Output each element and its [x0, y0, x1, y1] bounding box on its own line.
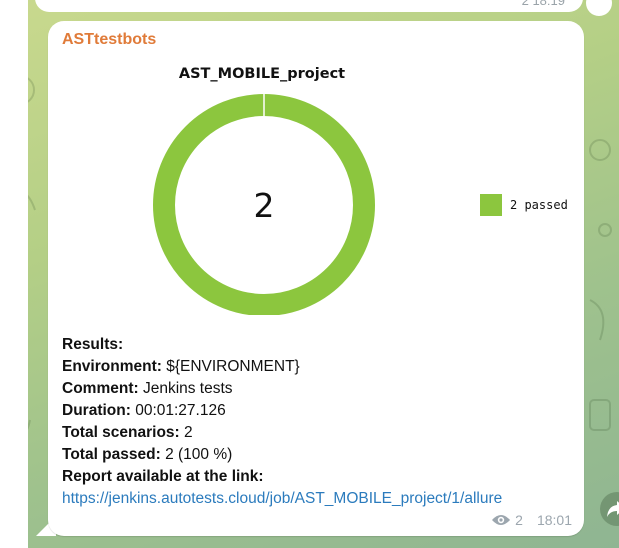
previous-message-meta: 2 18:19	[522, 0, 565, 8]
duration-line: Duration: 00:01:27.126	[62, 402, 226, 419]
total-passed-line: Total passed: 2 (100 %)	[62, 446, 233, 463]
chart-title: AST_MOBILE_project	[179, 66, 345, 82]
legend-swatch-0	[480, 194, 502, 216]
chart-legend: 2 passed	[480, 194, 568, 216]
legend-label-0: 2 passed	[510, 198, 568, 212]
previous-views-count: 2	[521, 0, 529, 8]
left-panel-edge	[0, 0, 28, 548]
previous-message-bubble[interactable]: 2 18:19	[35, 0, 583, 12]
eye-icon	[492, 515, 511, 525]
sender-name[interactable]: ASTtestbots	[62, 31, 156, 49]
message-bubble[interactable]: ASTtestbots AST_MOBILE_project 2 2 passe…	[48, 21, 584, 536]
message-time: 18:01	[536, 512, 572, 528]
share-arrow-icon	[607, 501, 619, 517]
report-donut-chart[interactable]: AST_MOBILE_project 2 2 passed	[142, 61, 584, 315]
report-label: Report available at the link:	[62, 468, 264, 485]
donut-center-value: 2	[254, 186, 275, 225]
environment-line: Environment: ${ENVIRONMENT}	[62, 358, 300, 375]
comment-line: Comment: Jenkins tests	[62, 380, 233, 397]
views-count: 2	[515, 512, 523, 528]
message-meta: 2 18:01	[491, 512, 572, 528]
total-scenarios-line: Total scenarios: 2	[62, 424, 193, 441]
report-link[interactable]: https://jenkins.autotests.cloud/job/AST_…	[62, 490, 502, 507]
previous-time: 18:19	[532, 0, 565, 8]
results-heading: Results:	[62, 336, 124, 353]
results-text: Results: Environment: ${ENVIRONMENT} Com…	[62, 334, 502, 510]
